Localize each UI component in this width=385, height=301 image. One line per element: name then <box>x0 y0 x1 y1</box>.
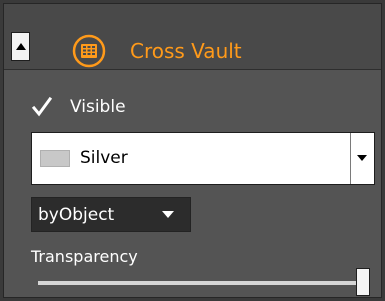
cross-vault-grid-icon <box>72 34 106 68</box>
material-color-swatch <box>40 150 70 167</box>
transparency-slider-track[interactable] <box>38 281 370 285</box>
collapse-button[interactable] <box>11 32 30 61</box>
transparency-slider-thumb[interactable] <box>356 268 370 296</box>
transparency-label: Transparency <box>31 247 138 266</box>
chevron-down-icon <box>357 155 367 161</box>
color-mode-value: byObject <box>38 205 115 225</box>
panel-header: Cross Vault <box>4 4 381 70</box>
triangle-up-icon <box>16 43 26 50</box>
visible-checkbox[interactable] <box>31 96 53 118</box>
element-title: Cross Vault <box>130 39 242 63</box>
material-combobox[interactable]: Silver <box>31 132 375 185</box>
material-value: Silver <box>80 148 128 168</box>
chevron-down-icon <box>162 211 174 218</box>
properties-panel: Cross Vault Visible Silver byObject Tran… <box>3 3 382 298</box>
material-dropdown-button[interactable] <box>350 133 374 184</box>
color-mode-select[interactable]: byObject <box>31 197 191 232</box>
visible-label: Visible <box>70 97 126 117</box>
